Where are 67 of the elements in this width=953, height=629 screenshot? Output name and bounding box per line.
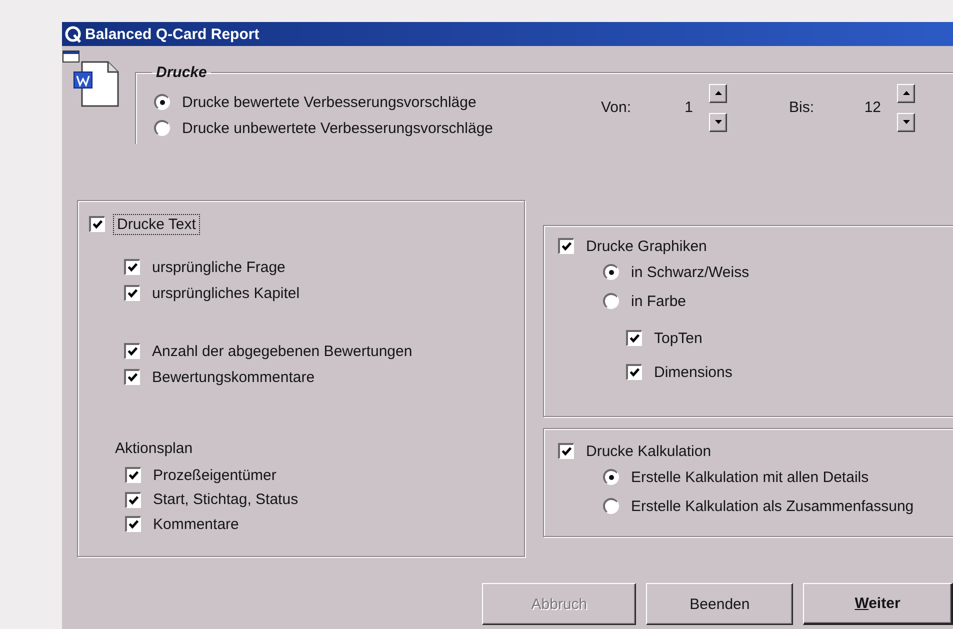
checkmark-icon <box>127 262 138 273</box>
section-label: Aktionsplan <box>115 440 194 459</box>
option-label[interactable]: Drucke bewertete Verbesserungsvorschläge <box>179 92 480 112</box>
option-label[interactable]: Prozeßeigentümer <box>150 466 280 484</box>
up-triangle-icon <box>714 91 722 95</box>
option-label[interactable]: Erstelle Kalkulation mit allen Details <box>628 468 872 486</box>
checkbox[interactable] <box>89 216 105 232</box>
checkmark-icon <box>127 346 138 357</box>
checkmark-icon <box>128 519 139 530</box>
radio-button[interactable] <box>154 120 170 136</box>
checkbox[interactable] <box>125 467 141 483</box>
option-label[interactable]: in Schwarz/Weiss <box>628 262 752 282</box>
checkmark-icon <box>561 241 572 252</box>
checkbox[interactable] <box>124 369 140 385</box>
option-label[interactable]: Drucke Graphiken <box>583 236 710 256</box>
checkbox[interactable] <box>124 343 140 359</box>
spin-up-button[interactable] <box>709 84 727 102</box>
checkmark-icon <box>127 372 138 383</box>
field-label: Bis: <box>789 99 816 116</box>
checkbox[interactable] <box>124 285 140 301</box>
checkbox[interactable] <box>626 364 642 380</box>
document-icon <box>62 50 120 108</box>
group-title: Drucke <box>155 64 208 81</box>
radio-button[interactable] <box>603 469 619 485</box>
checkbox[interactable] <box>626 330 642 346</box>
down-triangle-icon <box>902 120 910 124</box>
option-label[interactable]: Drucke Kalkulation <box>583 442 714 460</box>
button[interactable]: Weiter <box>803 583 953 625</box>
checkbox[interactable] <box>558 238 574 254</box>
number-field[interactable]: 12 <box>855 99 881 116</box>
option-label[interactable]: ursprüngliches Kapitel <box>149 284 303 302</box>
option-label[interactable]: Drucke unbewertete Verbesserungsvorschläge <box>179 118 496 138</box>
down-triangle-icon <box>714 120 722 124</box>
option-label[interactable]: Dimensions <box>651 362 736 382</box>
checkmark-icon <box>128 494 139 506</box>
radio-button[interactable] <box>154 94 170 110</box>
checkbox[interactable] <box>125 492 141 508</box>
option-label[interactable]: Start, Stichtag, Status <box>150 490 302 509</box>
spin-down-button[interactable] <box>897 112 915 132</box>
spin-down-button[interactable] <box>709 112 727 132</box>
radio-button[interactable] <box>603 293 619 309</box>
number-field[interactable]: 1 <box>667 99 693 116</box>
spin-up-button[interactable] <box>897 84 915 102</box>
radio-button[interactable] <box>603 498 619 514</box>
checkmark-icon <box>629 333 640 344</box>
checkmark-icon <box>92 219 103 230</box>
checkbox[interactable] <box>124 259 140 275</box>
option-label[interactable]: TopTen <box>651 328 706 348</box>
option-label[interactable]: Bewertungskommentare <box>149 368 318 386</box>
checkmark-icon <box>127 288 138 299</box>
option-label[interactable]: Anzahl der abgegebenen Bewertungen <box>149 342 416 360</box>
option-label[interactable]: Drucke Text <box>114 214 199 234</box>
checkbox[interactable] <box>125 516 141 532</box>
checkbox[interactable] <box>558 443 574 459</box>
option-label[interactable]: Erstelle Kalkulation als Zusammenfassung <box>628 496 917 516</box>
checkmark-icon <box>128 470 139 481</box>
checkmark-icon <box>629 367 640 378</box>
option-label[interactable]: Kommentare <box>150 514 242 534</box>
field-label: Von: <box>601 99 632 116</box>
logo-icon <box>64 25 82 43</box>
option-label[interactable]: in Farbe <box>628 292 690 310</box>
option-label[interactable]: ursprüngliche Frage <box>149 258 288 276</box>
up-triangle-icon <box>902 91 910 95</box>
radio-button[interactable] <box>603 264 619 280</box>
button[interactable]: Beenden <box>646 583 793 625</box>
checkmark-icon <box>561 446 572 457</box>
window-title: Balanced Q-Card Report <box>85 26 260 42</box>
